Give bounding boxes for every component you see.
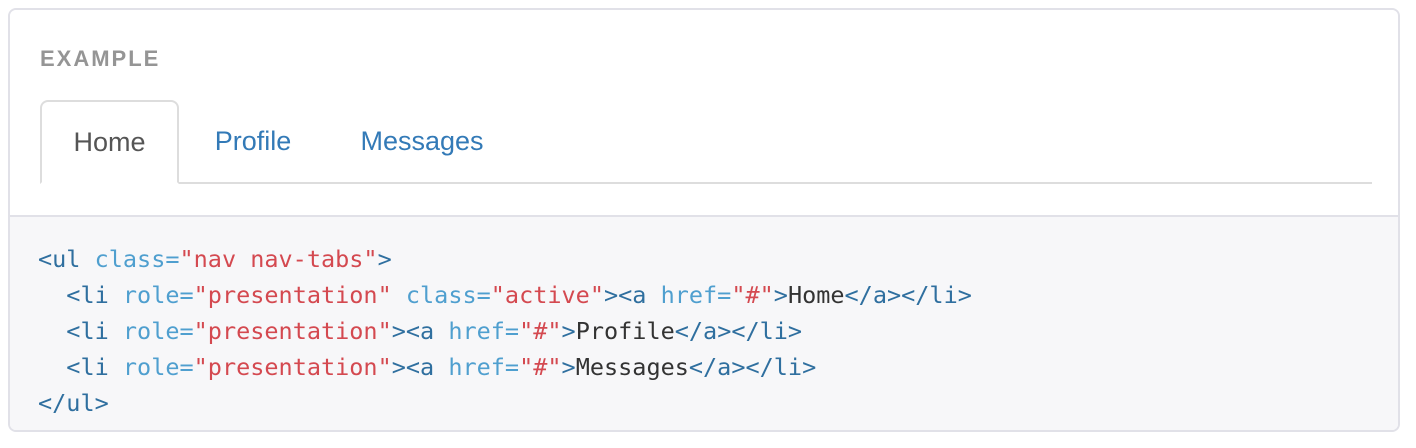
code-token-tag: ><a [603, 281, 647, 309]
code-token-tag: ><a [391, 317, 435, 345]
code-token-txt: Home [787, 281, 845, 309]
code-token-attr: role= [122, 317, 194, 345]
tab-home[interactable]: Home [40, 100, 179, 184]
code-line: <li role="presentation"><a href="#">Mess… [38, 349, 1398, 385]
code-token-tag: > [561, 353, 576, 381]
code-token-txt: Profile [575, 317, 675, 345]
code-token-str: "nav nav-tabs" [179, 245, 378, 273]
nav-tabs: Home Profile Messages [40, 100, 1372, 184]
code-token-attr: role= [122, 353, 194, 381]
code-token-str: "presentation" [193, 317, 392, 345]
code-token-attr: href= [448, 317, 520, 345]
code-token-attr: class= [94, 245, 180, 273]
code-token-attr: class= [405, 281, 491, 309]
code-token-str: "#" [519, 353, 562, 381]
code-token-tag: </ul> [38, 389, 109, 417]
code-token-str: "presentation" [193, 281, 392, 309]
code-token-tag: > [773, 281, 788, 309]
code-token-tag: </a></li> [674, 317, 803, 345]
code-token-str: "#" [731, 281, 774, 309]
code-block: <ul class="nav nav-tabs"> <li role="pres… [10, 217, 1398, 430]
tab-messages[interactable]: Messages [327, 100, 517, 182]
code-line: <ul class="nav nav-tabs"> [38, 241, 1398, 277]
example-preview: EXAMPLE Home Profile Messages [10, 10, 1398, 217]
code-token-tag: ><a [391, 353, 435, 381]
code-token-attr: href= [448, 353, 520, 381]
code-token-tag: > [377, 245, 392, 273]
code-token-tag: </a></li> [844, 281, 972, 309]
code-token-tag: <li [66, 317, 109, 345]
code-token-tag: > [561, 317, 576, 345]
code-token-tag: </a></li> [688, 353, 817, 381]
code-token-tag: <ul [38, 245, 81, 273]
code-token-tag: <li [66, 281, 109, 309]
code-token-attr: href= [660, 281, 732, 309]
code-line: <li role="presentation" class="active"><… [38, 277, 1398, 313]
example-label: EXAMPLE [40, 46, 161, 71]
code-token-str: "#" [519, 317, 562, 345]
code-token-str: "presentation" [193, 353, 392, 381]
code-token-attr: role= [122, 281, 194, 309]
code-line: </ul> [38, 385, 1398, 421]
code-token-str: "active" [490, 281, 604, 309]
code-token-tag: <li [66, 353, 109, 381]
code-line: <li role="presentation"><a href="#">Prof… [38, 313, 1398, 349]
tab-profile[interactable]: Profile [179, 100, 327, 182]
example-card: EXAMPLE Home Profile Messages <ul class=… [8, 8, 1400, 432]
code-token-txt: Messages [575, 353, 689, 381]
